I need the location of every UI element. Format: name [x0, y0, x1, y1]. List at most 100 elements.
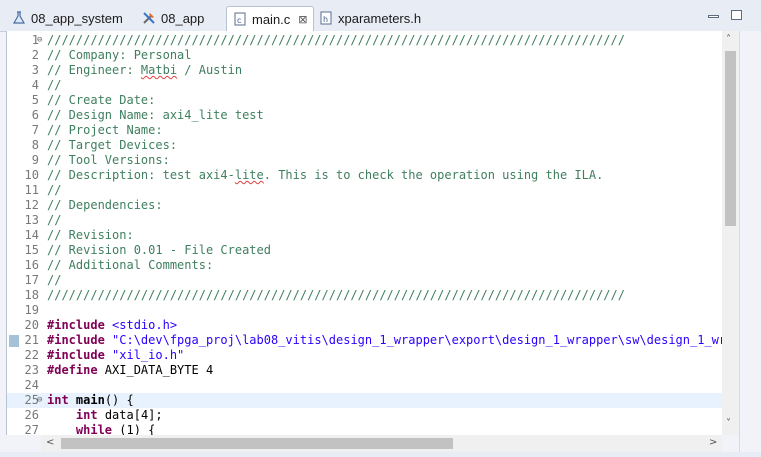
line-number: 11: [24, 183, 39, 197]
minimize-icon[interactable]: [708, 15, 719, 18]
application-project-icon: [142, 11, 156, 25]
code-text: // Tool Versions:: [47, 153, 170, 168]
line-number: 3: [31, 63, 39, 77]
code-line[interactable]: 5 // Create Date:: [7, 93, 740, 108]
tab-08-app-system[interactable]: 08_app_system: [12, 6, 123, 30]
code-line[interactable]: 19: [7, 303, 740, 318]
code-token: <stdio.h>: [112, 318, 178, 332]
tab-main-c[interactable]: c main.c ⊠: [226, 6, 314, 31]
line-number: 17: [24, 273, 39, 287]
overview-ruler: [739, 31, 761, 457]
code-token: // Additional Comments:: [47, 258, 214, 272]
editor-tab-bar: 08_app_system 08_app c main.c ⊠ h xparam…: [0, 0, 761, 32]
horizontal-scrollbar[interactable]: < >: [41, 435, 722, 452]
code-token: AXI_DATA_BYTE 4: [97, 363, 214, 377]
code-text: #include "C:\dev\fpga_proj\lab08_vitis\d…: [47, 333, 740, 348]
code-token: (1) {: [112, 423, 156, 435]
code-text: #define AXI_DATA_BYTE 4: [47, 363, 213, 378]
code-line[interactable]: 15 // Revision 0.01 - File Created: [7, 243, 740, 258]
code-line[interactable]: 25 ⊖ int main() {: [7, 393, 740, 408]
code-text: //: [47, 78, 61, 93]
tab-xparameters-h[interactable]: h xparameters.h: [319, 6, 421, 30]
code-line[interactable]: 13 //: [7, 213, 740, 228]
scroll-down-arrow-icon[interactable]: ˅: [726, 418, 731, 429]
tab-08-app[interactable]: 08_app: [142, 6, 204, 30]
code-text: // Dependencies:: [47, 198, 163, 213]
code-line[interactable]: 10 // Description: test axi4-lite. This i…: [7, 168, 740, 183]
line-number: 13: [24, 213, 39, 227]
code-token: int: [47, 393, 69, 407]
code-line[interactable]: 8 // Target Devices:: [7, 138, 740, 153]
scroll-up-arrow-icon[interactable]: ˄: [726, 34, 731, 45]
code-text: #include <stdio.h>: [47, 318, 177, 333]
code-token: //: [47, 273, 62, 287]
line-number: 12: [24, 198, 39, 212]
maximize-icon[interactable]: [731, 10, 742, 20]
code-line[interactable]: 27 while (1) {: [7, 423, 740, 435]
code-line[interactable]: 18 //////////////////////////////////////…: [7, 288, 740, 303]
code-token: // Description: test axi4-: [47, 168, 235, 182]
code-token: //: [47, 78, 62, 92]
scroll-left-arrow-icon[interactable]: <: [46, 437, 54, 448]
code-line[interactable]: 11 //: [7, 183, 740, 198]
line-number: 7: [31, 123, 39, 137]
code-line[interactable]: 24: [7, 378, 740, 393]
code-text: // Create Date:: [47, 93, 155, 108]
code-token: lite: [234, 168, 264, 182]
code-line[interactable]: 4 //: [7, 78, 740, 93]
code-line[interactable]: 1 ⊖ //////////////////////////////////////…: [7, 33, 740, 48]
code-line[interactable]: 12 // Dependencies:: [7, 198, 740, 213]
line-number: 2: [31, 48, 39, 62]
code-token: int: [75, 408, 98, 422]
code-token: // Tool Versions:: [47, 153, 170, 167]
code-text: //: [47, 183, 61, 198]
code-editor[interactable]: 1 ⊖//////////////////////////////////////…: [6, 31, 740, 435]
horizontal-scroll-thumb[interactable]: [61, 438, 453, 449]
line-number: 19: [24, 303, 39, 317]
code-line[interactable]: 3 // Engineer: Matbi / Austin: [7, 63, 740, 78]
code-line[interactable]: 14 // Revision:: [7, 228, 740, 243]
code-line[interactable]: 22 #include "xil_io.h": [7, 348, 740, 363]
line-number: 22: [24, 348, 39, 362]
line-number: 20: [24, 318, 39, 332]
scroll-right-arrow-icon[interactable]: >: [709, 437, 717, 448]
code-line[interactable]: 7 // Project Name:: [7, 123, 740, 138]
editor-window: 08_app_system 08_app c main.c ⊠ h xparam…: [0, 0, 761, 457]
code-token: // Revision 0.01 - File Created: [47, 243, 271, 257]
line-number: 5: [31, 93, 39, 107]
code-token: //: [47, 183, 62, 197]
code-line[interactable]: 6 // Design Name: axi4_lite test: [7, 108, 740, 123]
code-line[interactable]: 26 int data[4];: [7, 408, 740, 423]
code-token: //: [47, 213, 62, 227]
line-number: 14: [24, 228, 39, 242]
vertical-scroll-thumb[interactable]: [725, 51, 736, 226]
fold-collapse-icon[interactable]: ⊖: [37, 393, 42, 408]
code-token: // Company: Personal: [47, 48, 192, 62]
line-number: 24: [24, 378, 39, 392]
code-text: // Revision:: [47, 228, 134, 243]
code-line[interactable]: 23 #define AXI_DATA_BYTE 4: [7, 363, 740, 378]
code-line[interactable]: 20 #include <stdio.h>: [7, 318, 740, 333]
tab-label: xparameters.h: [338, 10, 422, 26]
close-tab-icon[interactable]: ⊠: [298, 13, 307, 26]
code-token: () {: [104, 393, 134, 407]
line-number: 15: [24, 243, 39, 257]
code-token: ////////////////////////////////////////…: [47, 33, 625, 47]
line-number: 21: [24, 333, 39, 347]
line-number: 25: [24, 393, 39, 407]
code-line[interactable]: 2 // Company: Personal: [7, 48, 740, 63]
code-line[interactable]: 9 // Tool Versions:: [7, 153, 740, 168]
svg-text:c: c: [237, 16, 241, 25]
code-line[interactable]: 17 //: [7, 273, 740, 288]
vertical-scrollbar[interactable]: ˄ ˅: [722, 31, 739, 435]
code-text: int main() {: [47, 393, 134, 408]
code-line[interactable]: 21 #include "C:\dev\fpga_proj\lab08_vitis…: [7, 333, 740, 348]
code-token: "xil_io.h": [112, 348, 185, 362]
code-line[interactable]: 16 // Additional Comments:: [7, 258, 740, 273]
code-token: #include: [47, 348, 105, 362]
fold-collapse-icon[interactable]: ⊖: [37, 33, 42, 48]
code-text: while (1) {: [47, 423, 155, 435]
tab-label: 08_app_system: [31, 10, 123, 26]
